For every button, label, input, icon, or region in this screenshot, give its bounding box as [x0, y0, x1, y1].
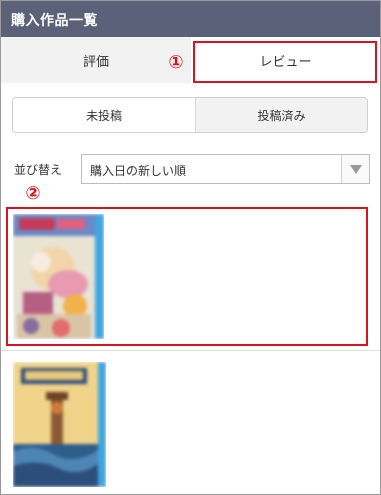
book-cover-1[interactable] — [13, 214, 104, 339]
segment-not-posted[interactable]: 未投稿 — [13, 98, 195, 132]
segment-not-posted-label: 未投稿 — [85, 108, 122, 123]
segment-posted[interactable]: 投稿済み — [195, 98, 367, 132]
segment-posted-label: 投稿済み — [257, 108, 306, 123]
tab-bar: 評価 レビュー — [1, 37, 380, 83]
sort-select-value: 購入日の新しい順 — [90, 164, 187, 178]
sort-select[interactable]: 購入日の新しい順 — [81, 154, 370, 184]
tab-review-label: レビュー — [259, 54, 312, 70]
sort-select-arrow[interactable] — [341, 155, 369, 183]
page-title: 購入作品一覧 — [11, 13, 98, 29]
book-cover-2-image — [13, 362, 106, 487]
purchased-works-screen: 購入作品一覧 評価 レビュー ① 未投稿 投稿済み 並び替え 購入日の新しい順 … — [0, 0, 381, 495]
book-cover-2[interactable] — [13, 362, 106, 487]
tab-review[interactable]: レビュー — [191, 37, 380, 83]
app-header: 購入作品一覧 — [1, 1, 380, 37]
tab-rating-label: 評価 — [82, 54, 109, 70]
chevron-down-icon — [349, 164, 362, 174]
annotation-number-2: ② — [25, 182, 41, 204]
annotation-number-1: ① — [168, 51, 184, 73]
list-divider — [1, 350, 380, 351]
book-cover-1-image — [13, 214, 104, 339]
tab-rating[interactable]: 評価 — [1, 37, 191, 83]
post-status-toggle: 未投稿 投稿済み — [12, 97, 368, 133]
sort-label: 並び替え — [14, 163, 63, 177]
